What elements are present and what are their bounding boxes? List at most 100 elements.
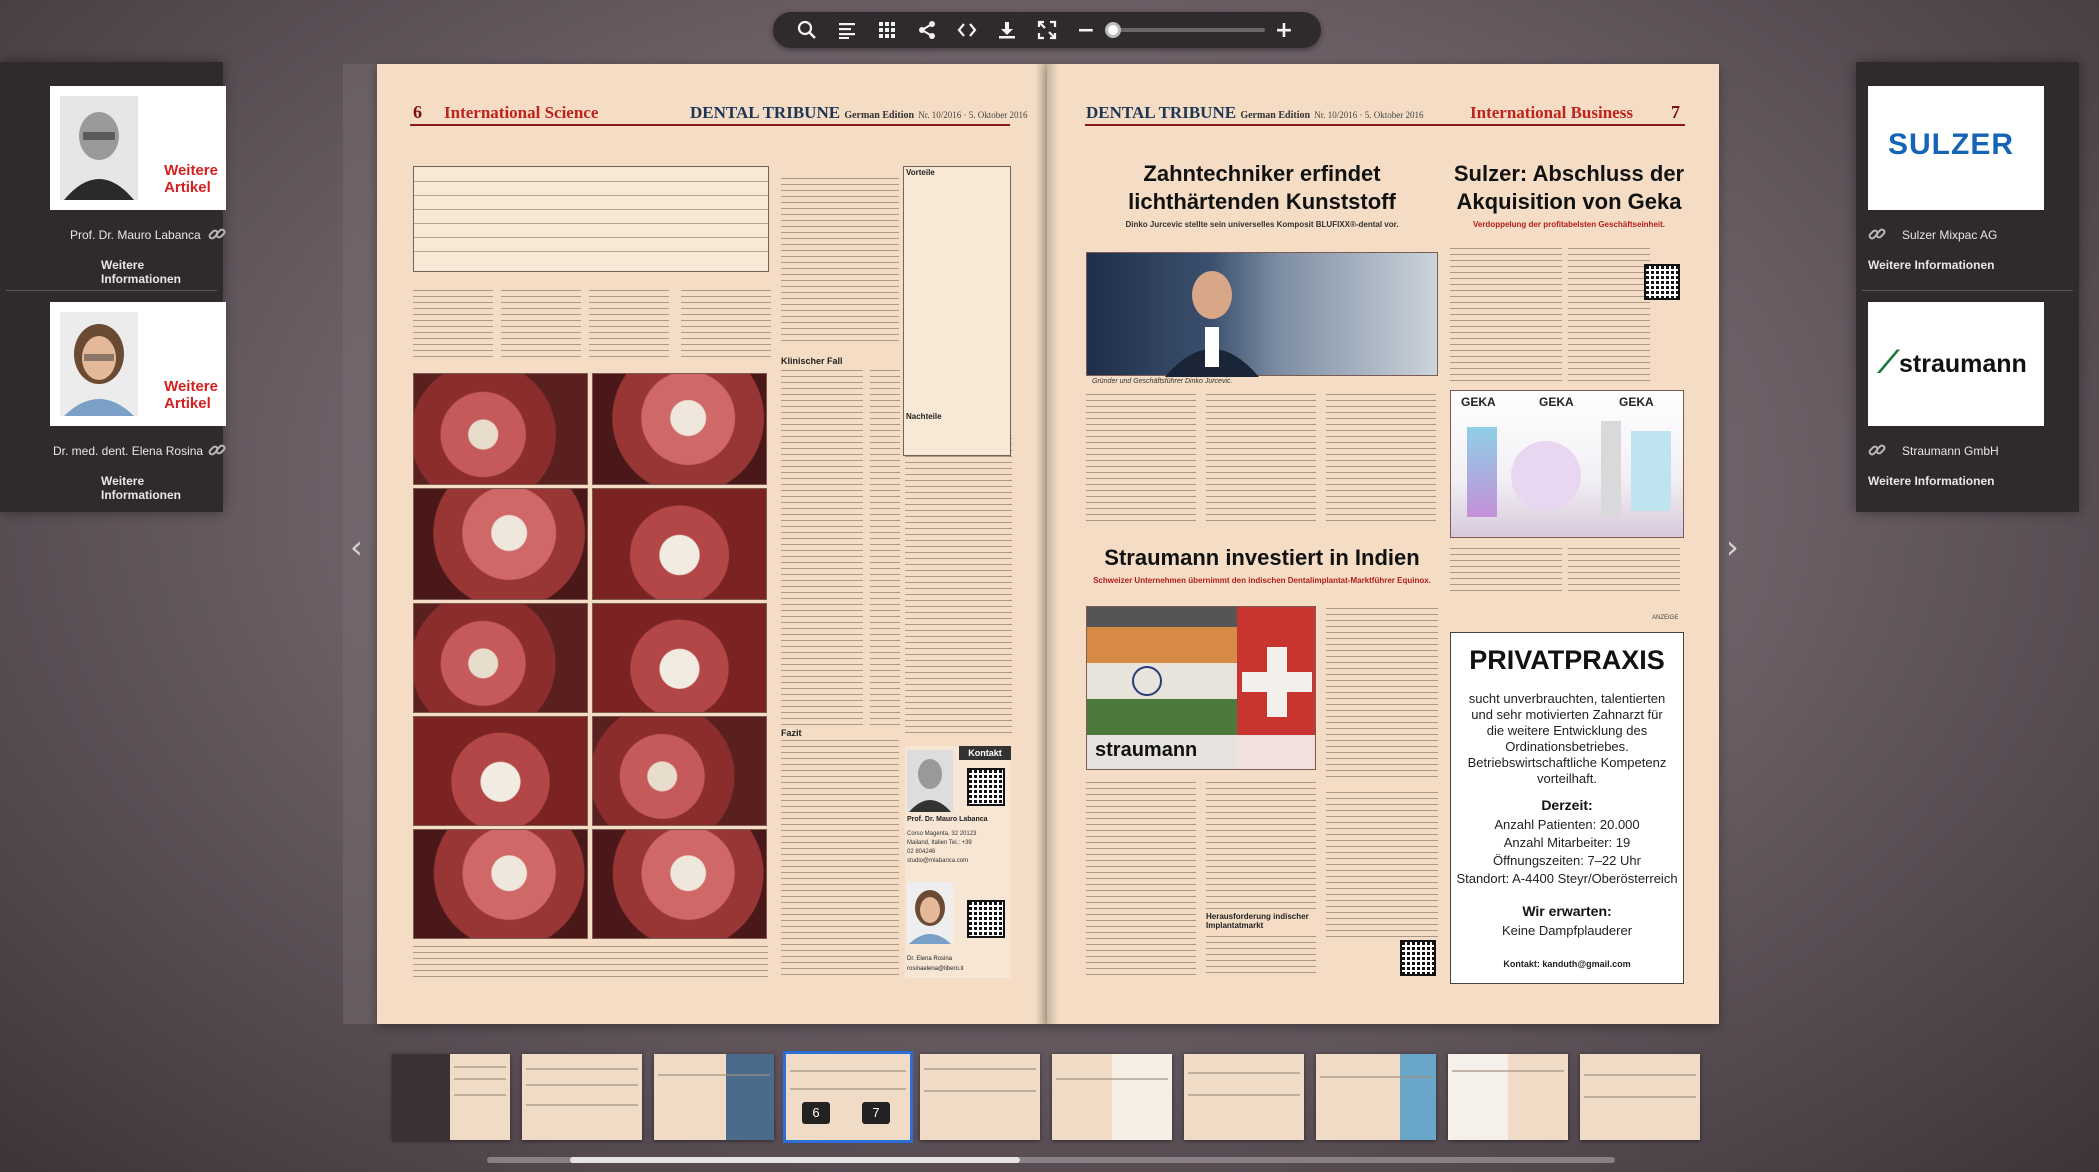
fullscreen-icon[interactable] [1027,15,1067,45]
text-column [905,436,1012,736]
clinical-photo[interactable] [592,603,767,713]
text-column [1326,392,1436,522]
ad-line: Öffnungszeiten: 7–22 Uhr [1493,853,1641,868]
contact-email: rosinaelena@libero.it [907,966,964,972]
contact-person: Dr. Elena Rosina [907,956,953,962]
product-image [1467,427,1497,517]
more-info-link[interactable]: Weitere Informationen [101,258,223,286]
company-name[interactable]: Sulzer Mixpac AG [1902,228,1997,242]
previous-page-arrow-icon[interactable]: ‹ [350,528,363,566]
more-info-link[interactable]: Weitere Informationen [101,474,223,502]
clinical-photo[interactable] [413,716,588,826]
contact-address: Corso Magenta, 32 20123 Mailand, Italien… [907,831,977,864]
thumbnail-spread[interactable] [1184,1054,1304,1140]
table-row [414,237,768,238]
thumbnail-spread[interactable] [1052,1054,1172,1140]
company-card[interactable]: SULZER [1868,86,2044,210]
text-column [1450,546,1562,596]
thumbnail-line [1320,1076,1432,1078]
zoom-slider[interactable] [1105,15,1265,45]
article-headline[interactable]: Straumann investiert in Indien [1086,544,1438,572]
straumann-logo: straumann [1095,739,1198,761]
disadvantages-title: Nachteile [906,412,942,421]
page-number: 6 [413,102,422,122]
download-icon[interactable] [987,15,1027,45]
more-info-link[interactable]: Weitere Informationen [1868,474,1994,488]
clinical-photo[interactable] [413,829,588,939]
author-card[interactable]: Weitere Artikel [50,302,226,426]
job-advertisement[interactable]: PRIVATPRAXIS sucht unverbrauchten, talen… [1450,632,1684,984]
issue: Nr. 10/2016 · 5. Oktober 2016 [1314,110,1424,120]
share-icon[interactable] [907,15,947,45]
article-headline[interactable]: Zahntechniker erfindet lichthärtenden Ku… [1086,160,1438,216]
qr-code[interactable] [1644,264,1680,300]
clinical-photo[interactable] [592,488,767,600]
company-card[interactable]: ⟋straumann [1868,302,2044,426]
thumbnail-spread[interactable] [1580,1054,1700,1140]
divider [1862,290,2073,291]
table-of-contents-icon[interactable] [827,15,867,45]
next-page-arrow-icon[interactable]: › [1726,528,1739,566]
qr-code[interactable] [967,900,1005,938]
ad-line: Keine Dampfplauderer [1501,923,1633,938]
thumbnail-page [450,1054,510,1140]
search-icon[interactable] [787,15,827,45]
link-icon[interactable] [1868,225,1886,243]
clinical-photo[interactable] [592,716,767,826]
link-icon[interactable] [208,225,226,243]
thumbnail-spread-active[interactable] [783,1051,913,1143]
text-column [1450,246,1562,382]
text-column [1568,546,1680,596]
thumbnail-spread[interactable] [1448,1054,1568,1140]
thumbnail-spread[interactable] [920,1054,1040,1140]
link-icon[interactable] [1868,441,1886,459]
advantages-title: Vorteile [906,168,935,177]
straumann-logo: ⟋straumann [1878,346,2027,380]
qr-code[interactable] [967,768,1005,806]
subheading: Fazit [781,728,802,738]
author-name[interactable]: Prof. Dr. Mauro Labanca [70,228,201,242]
thumbnail-line [790,1088,906,1090]
thumbnail-cover[interactable] [392,1054,510,1140]
badge-text: Weitere [164,378,218,395]
thumbnail-spread[interactable] [1316,1054,1436,1140]
ad-heading: Derzeit: [1541,797,1593,813]
author-name[interactable]: Dr. med. dent. Elena Rosina [53,444,203,458]
thumbnail-scrollbar-thumb[interactable] [570,1157,1020,1163]
zoom-in-button[interactable]: + [1271,15,1297,45]
text-column [413,288,493,360]
clinical-photo[interactable] [592,829,767,939]
clinical-photo[interactable] [413,603,588,713]
more-info-link[interactable]: Weitere Informationen [1868,258,1994,272]
zoom-knob[interactable] [1105,22,1121,38]
contact-label: Kontakt [959,746,1011,760]
link-icon[interactable] [208,441,226,459]
product-image [1511,441,1581,511]
product-photo[interactable]: GEKA GEKA GEKA [1450,390,1684,538]
more-articles-badge[interactable]: Weitere Artikel [164,378,218,412]
qr-code[interactable] [1400,940,1436,976]
author-card[interactable]: Weitere Artikel [50,86,226,210]
company-name[interactable]: Straumann GmbH [1902,444,1999,458]
thumbnail-line [454,1078,506,1080]
subheading: Klinischer Fall [781,356,843,366]
person-figure [1165,271,1259,377]
company-panel: SULZER Sulzer Mixpac AG Weitere Informat… [1856,62,2079,512]
masthead-text: DENTAL TRIBUNE [1086,103,1237,122]
grid-icon[interactable] [867,15,907,45]
edition: German Edition [844,110,915,121]
embed-icon[interactable] [947,15,987,45]
author-photo [907,750,953,812]
thumbnail-spread[interactable] [522,1054,642,1140]
clinical-photo[interactable] [413,488,588,600]
more-articles-badge[interactable]: Weitere Artikel [164,162,218,196]
clinical-photo[interactable] [413,373,588,485]
book-gutter [1035,64,1059,1024]
article-headline[interactable]: Sulzer: Abschluss der Akquisition von Ge… [1452,160,1686,216]
clinical-photo[interactable] [592,373,767,485]
text-column [589,288,669,360]
thumbnail-spread[interactable] [654,1054,774,1140]
article-photo[interactable]: straumann [1086,606,1316,770]
article-photo[interactable] [1086,252,1438,377]
zoom-out-button[interactable]: − [1073,15,1099,45]
